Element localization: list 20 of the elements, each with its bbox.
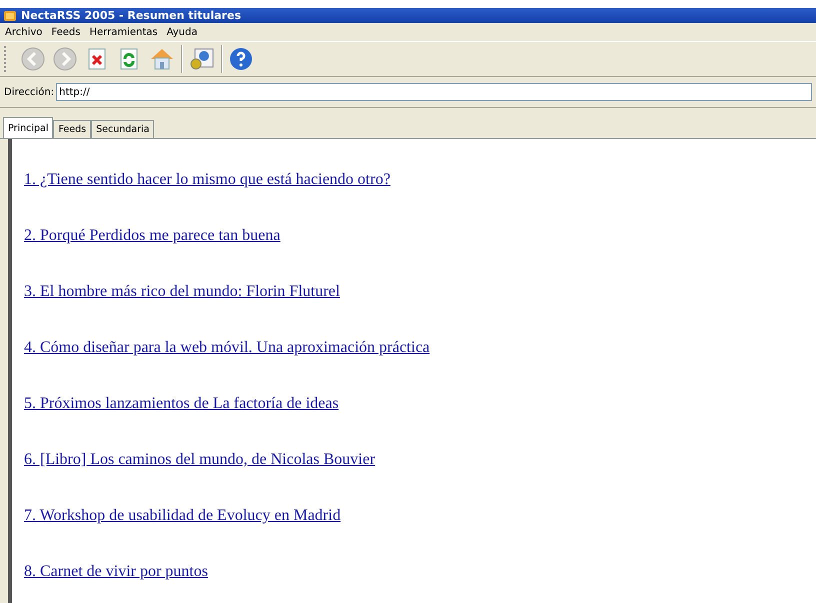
tab[interactable]: Principal bbox=[3, 117, 54, 138]
tab[interactable]: Secundaria bbox=[91, 120, 154, 138]
headline-link[interactable]: 3. El hombre más rico del mundo: Florin Fluturel bbox=[24, 281, 340, 302]
headline-link[interactable]: 6. [Libro] Los caminos del mundo, de Nicolas Bouvier bbox=[24, 449, 376, 470]
menu-item[interactable]: Herramientas bbox=[89, 26, 158, 38]
headline-link[interactable]: 5. Próximos lanzamientos de La factoría de ideas bbox=[24, 393, 339, 414]
address-field[interactable]: http:// bbox=[56, 83, 812, 101]
tab[interactable]: Feeds bbox=[53, 120, 92, 138]
menu-item[interactable]: Ayuda bbox=[166, 26, 198, 38]
headline-link[interactable]: 7. Workshop de usabilidad de Evolucy en Madrid bbox=[24, 505, 341, 526]
menu-item[interactable]: Feeds bbox=[51, 26, 80, 38]
window-title: NectaRSS 2005 - Resumen titulares bbox=[21, 9, 241, 22]
help-button[interactable] bbox=[227, 45, 255, 73]
headline-link[interactable]: 4. Cómo diseñar para la web móvil. Una aproximación práctica bbox=[24, 337, 430, 358]
headline-link[interactable]: 8. Carnet de vivir por puntos bbox=[24, 561, 208, 582]
headline-link[interactable]: 2. Porqué Perdidos me parece tan buena bbox=[24, 225, 280, 246]
headline-link[interactable]: 1. ¿Tiene sentido hacer lo mismo que está haciendo otro? bbox=[24, 169, 390, 190]
address-label: Dirección: bbox=[4, 86, 54, 98]
app-icon bbox=[3, 10, 17, 22]
menu-item[interactable]: Archivo bbox=[5, 26, 42, 38]
